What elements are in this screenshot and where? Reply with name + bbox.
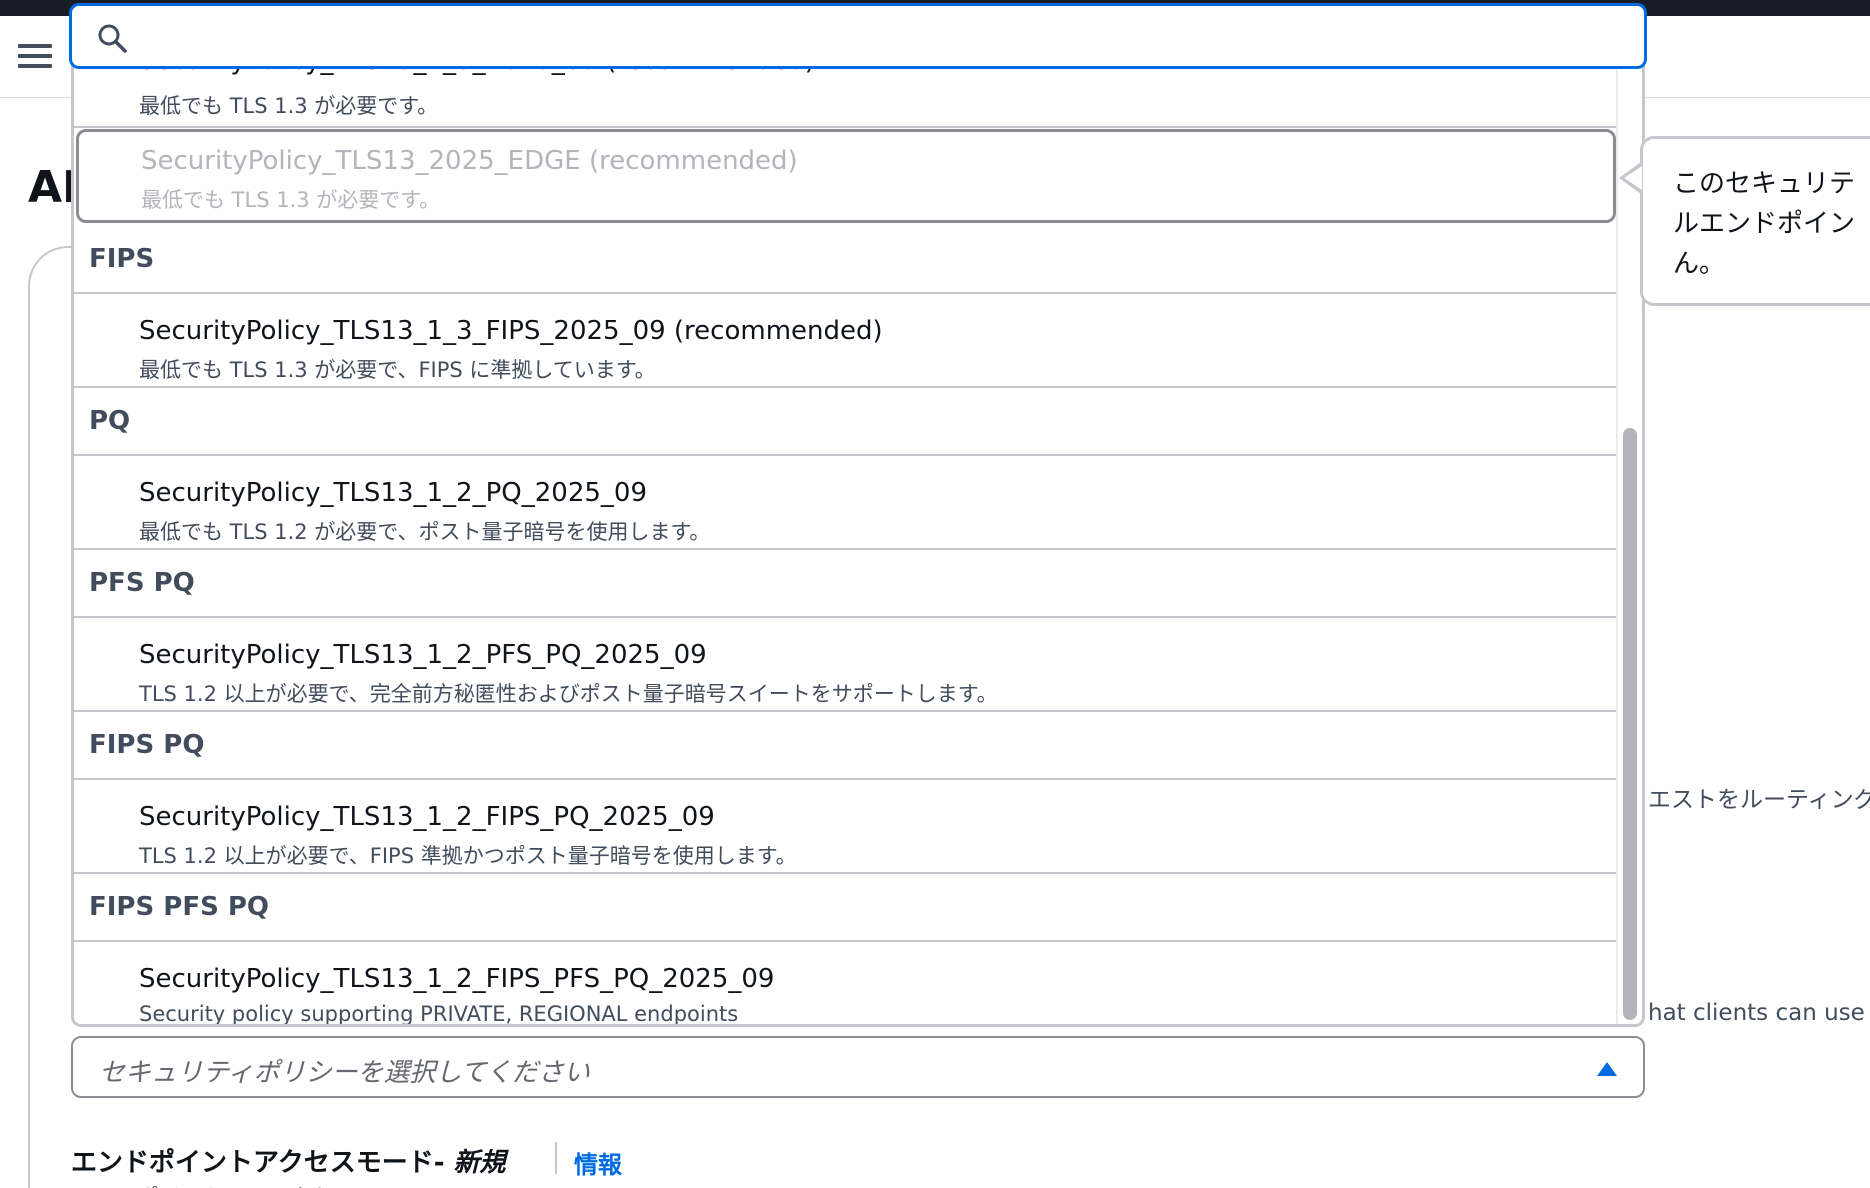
tooltip-text: このセキュリテ <box>1673 169 1856 199</box>
group-header-fips: FIPS <box>74 226 1618 294</box>
tooltip-text: ルエンドポイン <box>1673 209 1856 239</box>
group-title: FIPS <box>89 244 155 274</box>
option-tls13-1-2-fips-pq[interactable]: SecurityPolicy_TLS13_1_2_FIPS_PQ_2025_09… <box>74 780 1618 874</box>
option-description: Security policy supporting PRIVATE, REGI… <box>139 1002 739 1026</box>
option-label: SecurityPolicy_TLS13_1_2_PFS_PQ_2025_09 <box>139 640 707 670</box>
option-label: SecurityPolicy_TLS13_2025_EDGE (recommen… <box>141 146 798 176</box>
option-label: SecurityPolicy_TLS13_1_3_FIPS_2025_09 (r… <box>139 316 883 346</box>
endpoint-access-mode-label: エンドポイントアクセスモード- 新規 <box>71 1148 506 1178</box>
scrollbar-thumb[interactable] <box>1623 428 1637 1020</box>
option-description: 最低でも TLS 1.3 が必要で、FIPS に準拠しています。 <box>139 358 656 382</box>
option-label: SecurityPolicy_TLS13_1_2_FIPS_PFS_PQ_202… <box>139 964 775 994</box>
group-header-pfs-pq: PFS PQ <box>74 550 1618 618</box>
hamburger-menu-icon[interactable] <box>18 44 52 74</box>
background-description-text: hat clients can use w <box>1648 1000 1870 1026</box>
security-policy-dropdown: SecurityPolicy_TLS13_1_3_2025_09 (recomm… <box>71 60 1645 1027</box>
background-description-text: エストをルーティング <box>1648 787 1870 813</box>
option-tls13-1-2-pfs-pq[interactable]: SecurityPolicy_TLS13_1_2_PFS_PQ_2025_09 … <box>74 618 1618 712</box>
group-title: PFS PQ <box>89 568 195 598</box>
security-policy-select[interactable]: セキュリティポリシーを選択してください <box>71 1036 1645 1098</box>
caret-up-icon <box>1597 1062 1617 1076</box>
policy-search-field[interactable] <box>69 3 1647 69</box>
option-description: TLS 1.2 以上が必要で、完全前方秘匿性およびポスト量子暗号スイートをサポー… <box>139 682 998 706</box>
search-input[interactable] <box>142 16 1622 56</box>
info-link[interactable]: 情報 <box>574 1145 622 1180</box>
option-label: SecurityPolicy_TLS13_1_2_FIPS_PQ_2025_09 <box>139 802 715 832</box>
option-tls13-1-3-fips[interactable]: SecurityPolicy_TLS13_1_3_FIPS_2025_09 (r… <box>74 294 1618 388</box>
option-tls13-1-3-2025-09[interactable]: SecurityPolicy_TLS13_1_3_2025_09 (recomm… <box>74 60 1618 128</box>
option-tls13-2025-edge: SecurityPolicy_TLS13_2025_EDGE (recommen… <box>76 129 1616 223</box>
option-label: SecurityPolicy_TLS13_1_2_PQ_2025_09 <box>139 478 647 508</box>
group-header-fips-pq: FIPS PQ <box>74 712 1618 780</box>
label-divider <box>555 1142 557 1174</box>
tooltip-text: ん。 <box>1673 249 1726 279</box>
option-description: 最低でも TLS 1.2 が必要で、ポスト量子暗号を使用します。 <box>139 520 711 544</box>
search-icon <box>98 24 127 53</box>
group-title: FIPS PFS PQ <box>89 892 270 922</box>
select-placeholder: セキュリティポリシーを選択してください <box>99 1058 590 1088</box>
field-description: エンドポイントへのアクセス <box>71 1180 356 1188</box>
option-tooltip: このセキュリテ ルエンドポイン ん。 <box>1640 136 1870 306</box>
option-tls13-1-2-pq[interactable]: SecurityPolicy_TLS13_1_2_PQ_2025_09 最低でも… <box>74 456 1618 550</box>
option-tls13-1-2-fips-pfs-pq[interactable]: SecurityPolicy_TLS13_1_2_FIPS_PFS_PQ_202… <box>74 942 1618 1026</box>
option-description: TLS 1.2 以上が必要で、FIPS 準拠かつポスト量子暗号を使用します。 <box>139 844 797 868</box>
dropdown-scrollbar[interactable] <box>1616 60 1642 1024</box>
group-header-pq: PQ <box>74 388 1618 456</box>
group-header-fips-pfs-pq: FIPS PFS PQ <box>74 874 1618 942</box>
group-title: PQ <box>89 406 131 436</box>
option-description: 最低でも TLS 1.3 が必要です。 <box>139 94 439 118</box>
option-description: 最低でも TLS 1.3 が必要です。 <box>141 188 441 212</box>
group-title: FIPS PQ <box>89 730 205 760</box>
new-badge: 新規 <box>453 1148 506 1178</box>
